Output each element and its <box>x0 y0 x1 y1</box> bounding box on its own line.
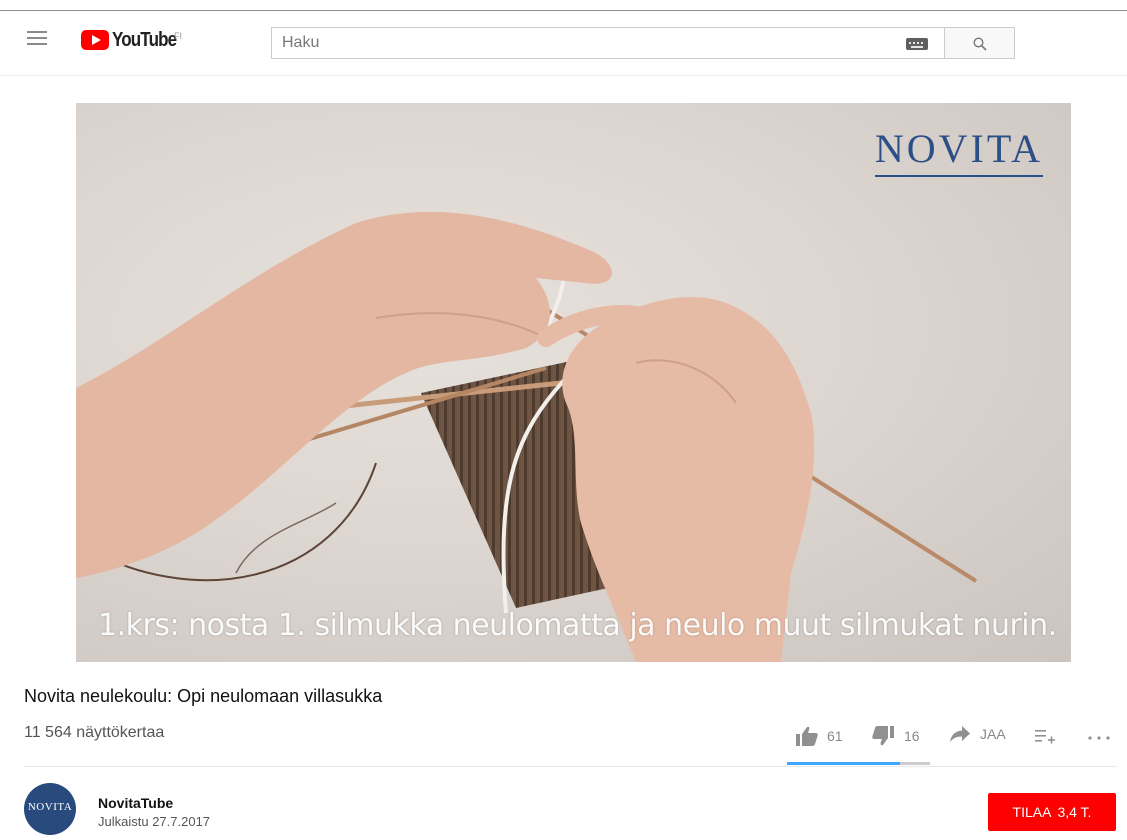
search-box <box>271 27 945 59</box>
add-to-playlist-icon <box>1035 730 1055 744</box>
novita-brand-overlay: NOVITA <box>874 125 1043 177</box>
share-label: JAA <box>980 726 1006 742</box>
search-button[interactable] <box>944 27 1015 59</box>
view-count: 11 564 näyttökertaa <box>24 724 165 741</box>
video-caption: 1.krs: nosta 1. silmukka neulomatta ja n… <box>98 608 1057 643</box>
share-icon <box>950 726 970 742</box>
thumb-up-icon <box>796 726 818 746</box>
channel-name[interactable]: NovitaTube <box>98 795 173 811</box>
subscriber-count: 3,4 T. <box>1057 804 1092 820</box>
sentiment-bar-likes <box>787 762 900 765</box>
dislike-count: 16 <box>904 728 920 744</box>
video-frame-image <box>76 211 978 662</box>
video-title: Novita neulekoulu: Opi neulomaan villasu… <box>24 686 383 706</box>
thumb-down-icon <box>872 726 894 746</box>
like-count: 61 <box>827 728 843 744</box>
add-to-playlist-button[interactable] <box>1035 728 1055 744</box>
sentiment-bar <box>787 762 930 765</box>
logo-text: YouTube <box>112 28 177 51</box>
more-icon <box>1088 736 1110 740</box>
video-player[interactable]: NOVITA 1.krs: nosta 1. silmukka neulomat… <box>76 103 1071 662</box>
subscribe-label: TILAA <box>1012 804 1052 820</box>
channel-avatar[interactable]: NOVITA <box>24 783 76 835</box>
country-code: FI <box>174 31 182 41</box>
youtube-logo[interactable]: YouTube <box>81 29 188 51</box>
search-input[interactable] <box>272 28 902 58</box>
divider <box>24 766 1117 767</box>
publish-date: Julkaistu 27.7.2017 <box>98 814 211 829</box>
youtube-logo-icon <box>81 30 109 50</box>
dislike-button[interactable]: 16 <box>872 726 920 746</box>
search-icon <box>973 37 987 51</box>
menu-icon[interactable] <box>27 31 47 45</box>
more-actions-button[interactable] <box>1088 736 1110 740</box>
like-button[interactable]: 61 <box>796 726 843 746</box>
subscribe-button[interactable]: TILAA 3,4 T. <box>988 793 1116 831</box>
keyboard-icon[interactable] <box>906 38 928 50</box>
share-button[interactable]: JAA <box>950 726 1006 742</box>
avatar-logo-text: NOVITA <box>27 801 73 813</box>
